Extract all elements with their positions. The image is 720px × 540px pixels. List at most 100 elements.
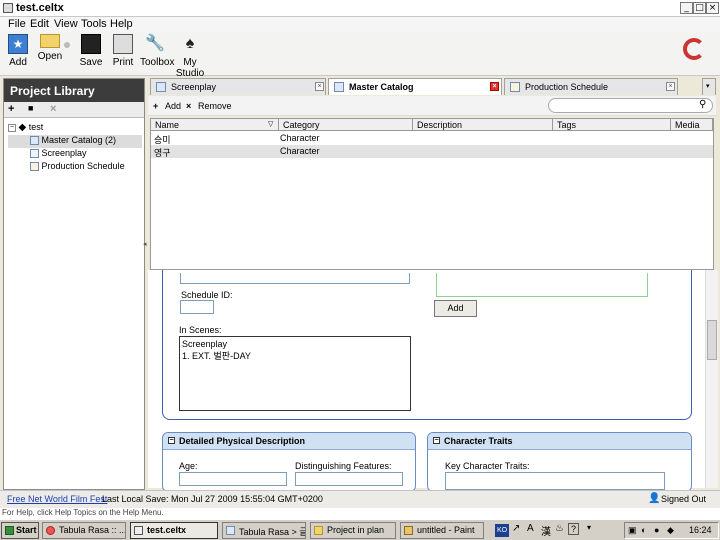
minimize-button[interactable]: _ <box>680 2 693 14</box>
project-library-panel: Project Library + ■ × − ◆ test Master Ca… <box>3 78 145 490</box>
taskbar: Start Tabula Rasa :: ... test.celtx Tabu… <box>0 519 720 540</box>
signed-out-menu[interactable]: Signed Out <box>661 494 706 504</box>
start-button[interactable]: Start <box>1 522 39 539</box>
tab-master-catalog[interactable]: Master Catalog × <box>328 78 502 95</box>
task-project-in-plan[interactable]: Project in plan <box>310 522 396 539</box>
catalog-table: Name ▽ Category Description Tags Media 승… <box>150 118 714 270</box>
column-header-media[interactable]: Media <box>671 119 713 131</box>
task-tabula-rasa-2[interactable]: Tabula Rasa > 글... <box>222 522 306 539</box>
catalog-add-button[interactable]: Add <box>165 101 181 111</box>
collapse-icon[interactable]: − <box>8 123 16 132</box>
user-icon: 👤 <box>648 493 661 504</box>
age-label: Age: <box>179 461 198 471</box>
tray-app-icon[interactable]: ● <box>654 525 659 535</box>
form-scrollbar[interactable] <box>705 270 718 488</box>
printer-icon <box>113 34 133 54</box>
column-header-name[interactable]: Name ▽ <box>151 119 279 131</box>
help-icon[interactable]: ? <box>568 523 579 535</box>
maximize-button[interactable]: □ <box>693 2 706 14</box>
network-icon[interactable]: ▣ <box>628 525 637 536</box>
media-drop-area[interactable] <box>436 273 648 297</box>
library-add-icon[interactable]: + <box>8 103 14 115</box>
add-media-button[interactable]: Add <box>434 300 477 317</box>
project-icon: ◆ <box>18 122 27 133</box>
menu-help[interactable]: Help <box>110 18 133 30</box>
mystudio-tool-button[interactable]: ♠ My Studio <box>172 34 208 79</box>
distinguishing-features-label: Distinguishing Features: <box>295 461 392 471</box>
celtx-logo <box>683 38 705 60</box>
add-star-icon: ★ <box>8 34 28 54</box>
system-tray: ▣ ◐ ● ◆ 16:24 <box>624 522 719 539</box>
tab-close-icon[interactable]: × <box>315 82 324 91</box>
catalog-remove-icon[interactable]: × <box>186 101 191 111</box>
distinguishing-features-field[interactable] <box>295 472 403 486</box>
add-tool-button[interactable]: ★ Add <box>6 34 30 68</box>
menu-file[interactable]: File <box>8 18 26 30</box>
column-header-tags[interactable]: Tags <box>553 119 671 131</box>
key-traits-field[interactable] <box>445 472 665 490</box>
character-traits-header[interactable]: − Character Traits <box>428 433 691 450</box>
screenplay-icon <box>30 149 39 159</box>
film-fest-link[interactable]: Free Net World Film Fest <box>7 494 107 504</box>
table-row[interactable]: 영구 Character <box>151 145 713 158</box>
catalog-search-input[interactable]: ⚲ <box>548 98 713 113</box>
language-indicator[interactable]: KO <box>495 524 509 537</box>
splitter-handle[interactable]: ◂ <box>143 240 147 252</box>
ime-settings-icon[interactable]: ♨ <box>555 523 564 534</box>
physical-description-header[interactable]: − Detailed Physical Description <box>163 433 415 450</box>
schedule-icon <box>30 162 39 172</box>
menu-view[interactable]: View <box>54 18 78 30</box>
column-header-category[interactable]: Category <box>279 119 413 131</box>
task-paint[interactable]: untitled - Paint <box>400 522 484 539</box>
volume-icon[interactable]: ◐ <box>641 525 646 535</box>
menu-bar: File Edit View Tools Help <box>0 17 720 32</box>
column-header-description[interactable]: Description <box>413 119 553 131</box>
tree-root-label: test <box>28 122 44 132</box>
task-test-celtx[interactable]: test.celtx <box>130 522 218 539</box>
menu-edit[interactable]: Edit <box>30 18 49 30</box>
tab-close-icon[interactable]: × <box>666 82 675 91</box>
close-button[interactable]: × <box>706 2 719 14</box>
print-tool-button[interactable]: Print <box>111 34 135 68</box>
clock[interactable]: 16:24 <box>689 525 712 535</box>
schedule-tab-icon <box>510 82 520 92</box>
tab-list-button[interactable]: ▾ <box>702 78 716 95</box>
name-field[interactable] <box>180 273 410 284</box>
window-title: test.celtx <box>16 2 64 14</box>
catalog-toolbar: + Add × Remove ⚲ <box>148 96 716 116</box>
menu-tools[interactable]: Tools <box>81 18 107 30</box>
collapse-icon[interactable]: − <box>433 437 440 444</box>
status-bar: Free Net World Film Fest Last Local Save… <box>0 490 720 508</box>
tab-production-schedule[interactable]: Production Schedule × <box>504 78 678 95</box>
age-field[interactable] <box>179 472 287 486</box>
tray-expand-icon[interactable]: ▾ <box>587 523 591 532</box>
toolbox-tool-button[interactable]: 🔧 Toolbox <box>140 34 174 68</box>
hanja-icon[interactable]: 漢 <box>541 523 551 538</box>
tab-close-icon[interactable]: × <box>490 82 499 91</box>
open-tool-button[interactable]: Open <box>36 34 64 62</box>
table-row[interactable]: 승미 Character <box>151 132 713 145</box>
catalog-remove-button[interactable]: Remove <box>198 101 232 111</box>
tree-root[interactable]: − ◆ test <box>8 122 142 135</box>
app-icon <box>3 3 13 13</box>
scrollbar-thumb[interactable] <box>707 320 717 360</box>
tab-screenplay[interactable]: Screenplay × <box>150 78 326 95</box>
catalog-add-icon[interactable]: + <box>153 101 158 111</box>
task-tabula-rasa[interactable]: Tabula Rasa :: ... <box>42 522 126 539</box>
schedule-id-field[interactable] <box>180 300 214 314</box>
ime-mode-icon[interactable]: A <box>527 523 534 534</box>
key-traits-label: Key Character Traits: <box>445 461 530 471</box>
ime-icon[interactable]: ↗ <box>512 523 520 534</box>
document-tabs: Screenplay × Master Catalog × Production… <box>148 78 718 95</box>
tree-item-production-schedule[interactable]: Production Schedule <box>8 161 142 174</box>
tree-item-screenplay[interactable]: Screenplay <box>8 148 142 161</box>
scenes-list[interactable]: Screenplay 1. EXT. 벌판-DAY <box>179 336 411 411</box>
tree-item-master-catalog[interactable]: Master Catalog (2) <box>8 135 142 148</box>
collapse-icon[interactable]: − <box>168 437 175 444</box>
save-tool-button[interactable]: Save <box>79 34 103 68</box>
windows-logo-icon <box>5 526 14 535</box>
library-delete-icon[interactable]: × <box>50 103 56 115</box>
library-folder-icon[interactable]: ■ <box>28 103 33 113</box>
character-form: Schedule ID: Add In Scenes: Screenplay 1… <box>148 270 705 492</box>
security-icon[interactable]: ◆ <box>667 525 674 536</box>
